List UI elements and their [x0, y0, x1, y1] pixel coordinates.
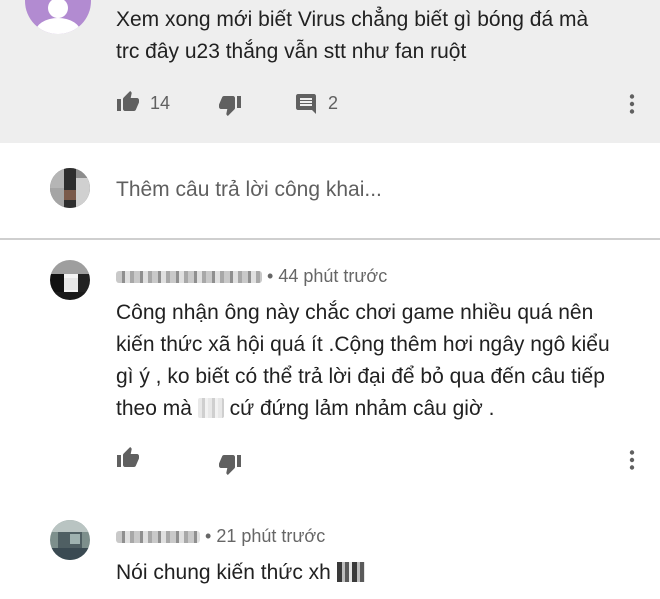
more-vert-icon[interactable]	[620, 448, 644, 472]
thumb-down-icon[interactable]	[218, 452, 242, 476]
like-count: 14	[150, 93, 171, 113]
comment-text-line: Xem xong mới biết Virus chẳng biết gì bó…	[116, 8, 589, 31]
text-fragment: Nói chung kiến thức xh	[116, 561, 331, 584]
censored-word	[336, 562, 365, 582]
text-fragment: cứ đứng lảm nhảm câu giờ .	[229, 397, 495, 420]
comment-text-line: kiến thức xã hội quá ít .Cộng thêm hơi n…	[116, 333, 610, 356]
thumb-down-icon[interactable]	[218, 93, 242, 117]
censored-word	[197, 398, 224, 418]
text-fragment: theo mà	[116, 397, 192, 420]
author-name[interactable]	[116, 271, 262, 284]
comment-text: Nói chung kiến thức xh	[116, 557, 646, 589]
comment-icon[interactable]	[294, 92, 318, 116]
divider	[0, 238, 660, 240]
comment-text: Công nhận ông này chắc chơi game nhiều q…	[116, 297, 646, 425]
reply-input[interactable]: Thêm câu trả lời công khai...	[116, 177, 382, 203]
reply-count: 2	[328, 93, 339, 113]
comment-text-line: trc đây u23 thắng vẫn stt như fan ruột	[116, 40, 467, 63]
timestamp: • 21 phút trước	[205, 526, 326, 546]
comment-text-line: theo mà cứ đứng lảm nhảm câu giờ .	[116, 393, 646, 425]
comment-meta: • 21 phút trước	[116, 525, 325, 547]
thumb-up-icon[interactable]	[116, 446, 140, 470]
avatar	[50, 168, 90, 208]
author-name[interactable]	[116, 531, 200, 544]
comment-text: Xem xong mới biết Virus chẳng biết gì bó…	[116, 4, 636, 68]
comment-meta: • 44 phút trước	[116, 265, 387, 287]
more-vert-icon[interactable]	[620, 92, 644, 116]
avatar[interactable]	[50, 520, 90, 560]
comment-text-line: gì ý , ko biết có thể trả lời đại để bỏ …	[116, 365, 605, 388]
timestamp: • 44 phút trước	[267, 266, 388, 286]
comment-text-line: Công nhận ông này chắc chơi game nhiều q…	[116, 301, 594, 324]
avatar[interactable]	[50, 260, 90, 300]
thumb-up-icon[interactable]	[116, 90, 140, 114]
